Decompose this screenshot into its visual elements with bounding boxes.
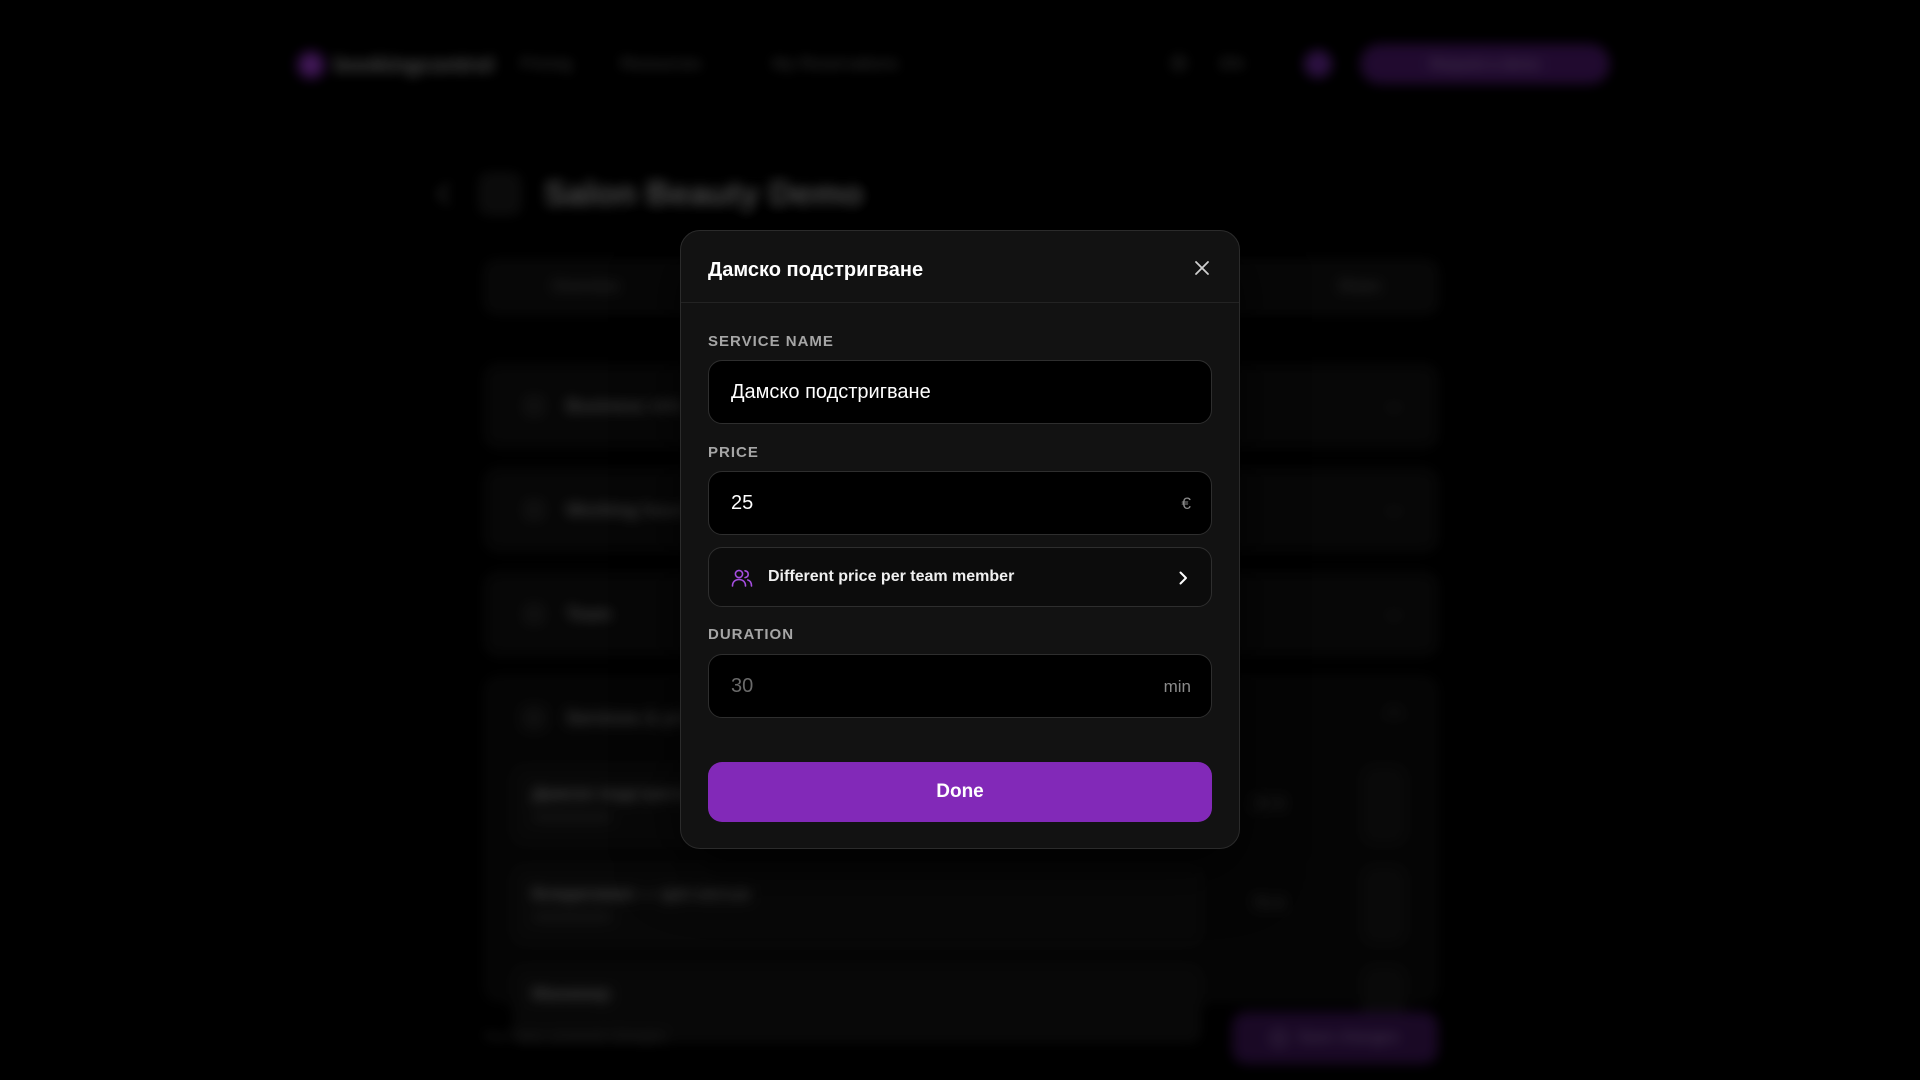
duration-label: DURATION: [708, 626, 795, 643]
duration-field-wrapper: min: [708, 654, 1212, 718]
close-button[interactable]: [1187, 253, 1217, 283]
price-field[interactable]: [709, 472, 1211, 534]
currency-suffix: €: [1181, 494, 1191, 513]
edit-service-modal: Дамско подстригване SERVICE NAME PRICE €: [680, 230, 1240, 849]
close-icon: [1195, 261, 1209, 275]
team-price-label: Different price per team member: [768, 568, 1015, 585]
modal-title: Дамско подстригване: [708, 259, 924, 281]
duration-field[interactable]: [709, 655, 1211, 717]
users-icon: [731, 569, 753, 587]
service-name-field-wrapper: [708, 360, 1212, 424]
chevron-right-icon: [1179, 571, 1187, 585]
price-label: PRICE: [708, 444, 759, 461]
service-name-field[interactable]: [709, 361, 1211, 423]
duration-unit: min: [1163, 677, 1191, 696]
service-name-label: SERVICE NAME: [708, 333, 834, 350]
done-button[interactable]: Done: [708, 762, 1212, 822]
team-price-button[interactable]: Different price per team member: [708, 547, 1212, 607]
screen: bookingcontrol Pricing Resources My Rese…: [0, 0, 1920, 1080]
price-field-wrapper: €: [708, 471, 1212, 535]
modal-header: Дамско подстригване: [681, 231, 1239, 303]
